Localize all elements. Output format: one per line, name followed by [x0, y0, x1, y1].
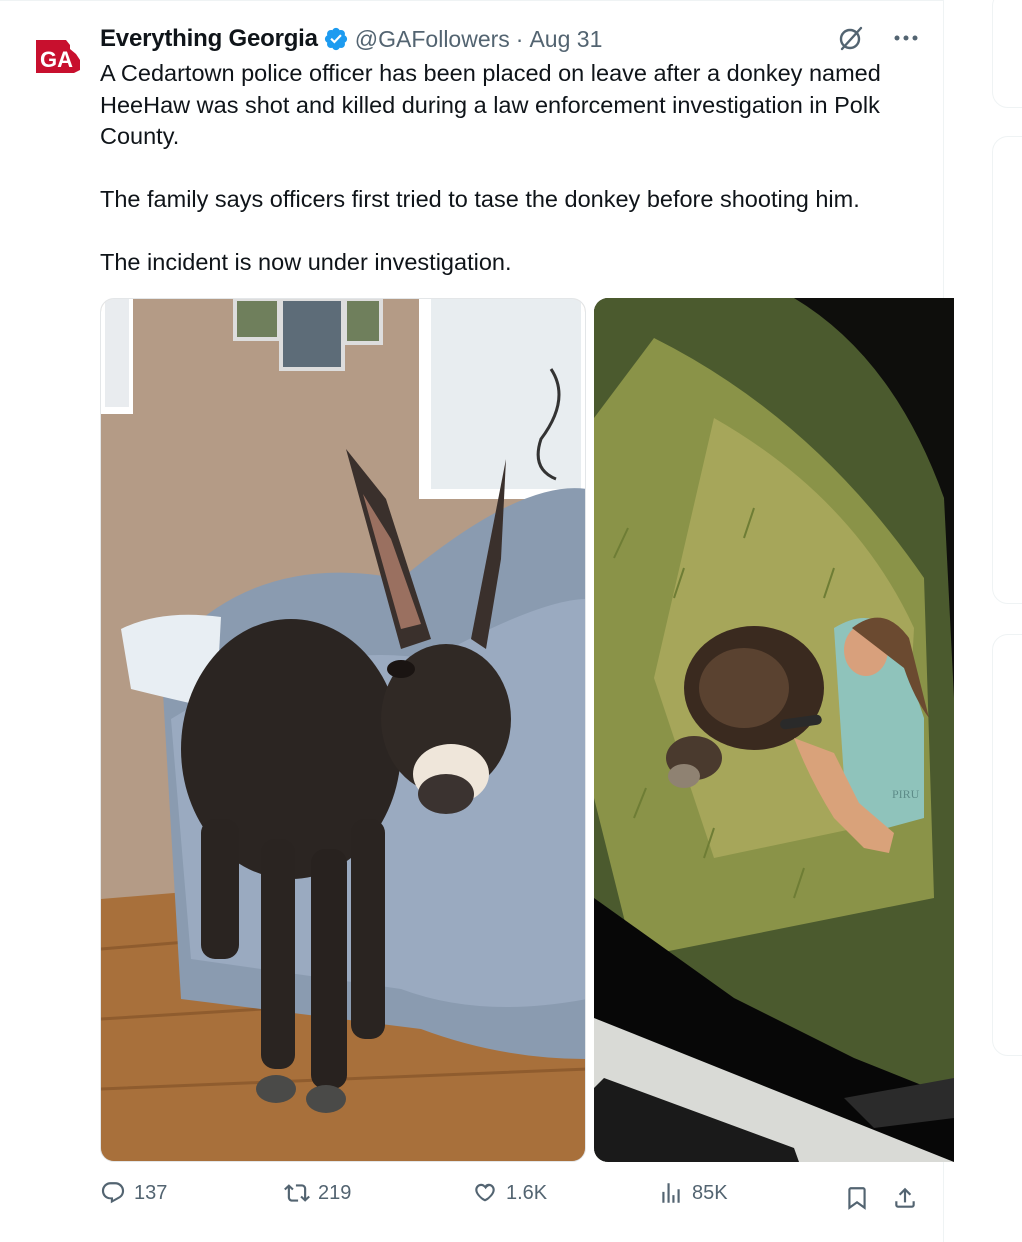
reply-button[interactable]: 137 — [100, 1180, 167, 1206]
tweet-date[interactable]: Aug 31 — [529, 26, 602, 53]
tweet-header: Everything Georgia @GAFollowers · Aug 31 — [100, 24, 602, 54]
media-grid: PIRU — [100, 298, 954, 1162]
divider — [0, 0, 944, 1]
views-button[interactable]: 85K — [658, 1180, 728, 1206]
separator-dot: · — [515, 25, 524, 52]
tweet-article[interactable]: GA Everything Georgia @GAFollowers · Aug… — [0, 0, 954, 1242]
photo-donkey-indoor[interactable] — [100, 298, 586, 1162]
sidebar-card-3[interactable] — [992, 634, 1022, 1056]
verified-badge-icon[interactable] — [323, 26, 349, 52]
like-count: 1.6K — [506, 1181, 548, 1204]
view-count: 85K — [692, 1181, 728, 1204]
header-actions — [837, 24, 919, 52]
sidebar-card-2[interactable] — [992, 136, 1022, 604]
shirt-text: PIRU — [892, 787, 920, 801]
share-icon[interactable] — [892, 1184, 918, 1212]
like-button[interactable]: 1.6K — [472, 1180, 547, 1206]
account-avatar[interactable]: GA — [30, 36, 86, 76]
reply-icon — [101, 1182, 125, 1204]
grok-icon[interactable] — [837, 24, 865, 52]
handle[interactable]: @GAFollowers — [355, 26, 510, 53]
repost-button[interactable]: 219 — [284, 1180, 351, 1206]
repost-count: 219 — [318, 1181, 352, 1204]
photo-night-scene[interactable]: PIRU — [594, 298, 954, 1162]
tweet-actions: 137 219 1.6K 85K — [100, 1180, 930, 1216]
bookmark-icon[interactable] — [844, 1184, 870, 1212]
reply-count: 137 — [134, 1181, 168, 1204]
sidebar-card-1[interactable] — [992, 0, 1022, 108]
views-icon — [662, 1183, 680, 1203]
more-icon[interactable] — [893, 34, 919, 42]
display-name[interactable]: Everything Georgia — [100, 25, 318, 53]
repost-icon — [284, 1184, 310, 1202]
avatar-logo-text: GA — [40, 47, 73, 72]
tweet-text: A Cedartown police officer has been plac… — [100, 60, 881, 275]
heart-icon — [475, 1183, 495, 1202]
